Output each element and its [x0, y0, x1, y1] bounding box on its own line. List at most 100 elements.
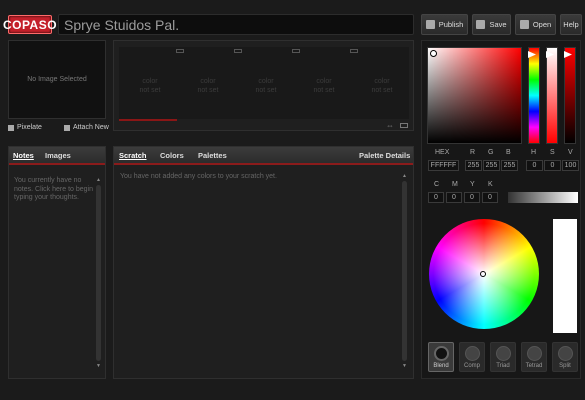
keyboard-icon[interactable] [400, 123, 408, 128]
color-slot[interactable]: color not set [296, 57, 352, 117]
scratch-panel: Scratch Colors Palettes Palette Details … [113, 146, 414, 379]
notes-tabbar: Notes Images [9, 147, 105, 165]
slot-text-line2: not set [371, 87, 393, 94]
tab-palettes[interactable]: Palettes [198, 151, 227, 160]
swatch-strip: color not set color not set color not se… [113, 40, 414, 131]
color-wheel[interactable] [429, 219, 539, 329]
slot-divider-handle[interactable] [176, 49, 184, 53]
m-label: M [452, 181, 458, 188]
swap-icon[interactable]: ⇔ [386, 121, 394, 130]
r-input[interactable]: 255 [465, 160, 482, 171]
notes-message[interactable]: You currently have no notes. Click here … [14, 177, 94, 203]
open-label: Open [532, 20, 552, 29]
slot-text-line2: not set [313, 87, 335, 94]
scroll-up-icon[interactable]: ▲ [402, 173, 407, 179]
color-wheel-marker[interactable] [480, 271, 486, 277]
s-label: S [550, 149, 555, 156]
help-button[interactable]: Help [560, 14, 582, 35]
v-input[interactable]: 100 [562, 160, 579, 171]
c-label: C [434, 181, 440, 188]
hex-input[interactable]: FFFFFF [428, 160, 459, 171]
attach-new-button[interactable]: Attach New [64, 124, 109, 131]
slot-divider-handle[interactable] [292, 49, 300, 53]
comp-button[interactable]: Comp [459, 342, 485, 372]
publish-label: Publish [438, 20, 464, 29]
attach-icon [64, 124, 70, 131]
scroll-up-icon[interactable]: ▲ [96, 177, 101, 183]
image-drop-area[interactable]: No Image Selected [8, 40, 106, 119]
saturation-value-square[interactable] [427, 47, 522, 144]
slot-text-line1: color [142, 78, 158, 85]
blend-label: Blend [433, 363, 449, 369]
v-label: V [568, 149, 573, 156]
palette-details-link[interactable]: Palette Details [359, 151, 410, 160]
b-input[interactable]: 255 [501, 160, 518, 171]
slot-text-line1: color [374, 78, 390, 85]
k-input[interactable]: 0 [482, 192, 498, 203]
g-input[interactable]: 255 [483, 160, 500, 171]
saturation-slider-handle[interactable] [546, 51, 554, 58]
saturation-slider[interactable] [546, 47, 558, 144]
slot-text-line1: color [258, 78, 274, 85]
pixelate-icon [8, 124, 14, 131]
tetrad-label: Tetrad [525, 363, 543, 369]
blend-button[interactable]: Blend [428, 342, 454, 372]
sv-picker-marker[interactable] [430, 50, 437, 57]
scroll-down-icon[interactable]: ▼ [402, 363, 407, 369]
no-image-text: No Image Selected [27, 76, 87, 83]
y-input[interactable]: 0 [464, 192, 480, 203]
hex-label: HEX [435, 149, 450, 156]
value-slider[interactable] [564, 47, 576, 144]
tetrad-knob-icon [526, 346, 542, 361]
tetrad-button[interactable]: Tetrad [521, 342, 547, 372]
color-picker-panel: HEX R G B H S V FFFFFF 255 255 255 0 0 1… [421, 40, 581, 379]
scratch-scrollbar[interactable] [402, 181, 407, 361]
h-label: H [531, 149, 537, 156]
save-icon [476, 20, 486, 29]
attach-label: Attach New [73, 124, 109, 131]
slot-text-line1: color [200, 78, 216, 85]
color-preview-swatch [553, 219, 577, 333]
slot-divider-handle[interactable] [350, 49, 358, 53]
grayscale-strip[interactable] [508, 192, 578, 203]
help-label: Help [563, 20, 579, 29]
value-slider-handle[interactable] [564, 51, 572, 58]
s-input[interactable]: 0 [544, 160, 561, 171]
hue-slider[interactable] [528, 47, 540, 144]
hue-slider-handle[interactable] [528, 51, 536, 58]
triad-label: Triad [496, 363, 510, 369]
triad-knob-icon [495, 346, 511, 361]
split-button[interactable]: Split [552, 342, 578, 372]
open-button[interactable]: Open [515, 14, 556, 35]
g-label: G [488, 149, 494, 156]
slot-divider-handle[interactable] [234, 49, 242, 53]
m-input[interactable]: 0 [446, 192, 462, 203]
triad-button[interactable]: Triad [490, 342, 516, 372]
r-label: R [470, 149, 476, 156]
slot-text-line1: color [316, 78, 332, 85]
tab-images[interactable]: Images [45, 151, 71, 160]
color-slot[interactable]: color not set [238, 57, 294, 117]
tab-colors[interactable]: Colors [160, 151, 184, 160]
slot-text-line2: not set [139, 87, 161, 94]
b-label: B [506, 149, 511, 156]
palette-title-input[interactable]: Sprye Stuidos Pal. [58, 14, 414, 35]
color-slot[interactable]: color not set [122, 57, 178, 117]
comp-knob-icon [464, 346, 480, 361]
color-slot[interactable]: color not set [354, 57, 410, 117]
publish-button[interactable]: Publish [421, 14, 468, 35]
color-slot[interactable]: color not set [180, 57, 236, 117]
c-input[interactable]: 0 [428, 192, 444, 203]
tab-notes[interactable]: Notes [13, 151, 34, 160]
scroll-down-icon[interactable]: ▼ [96, 363, 101, 369]
save-button[interactable]: Save [472, 14, 511, 35]
open-icon [519, 20, 529, 29]
notes-scrollbar[interactable] [96, 185, 101, 361]
blend-knob-icon [433, 346, 449, 361]
y-label: Y [470, 181, 475, 188]
tab-scratch[interactable]: Scratch [119, 151, 147, 160]
publish-icon [425, 20, 435, 29]
pixelate-button[interactable]: Pixelate [8, 124, 42, 131]
app-logo[interactable]: COPASO [3, 15, 57, 34]
h-input[interactable]: 0 [526, 160, 543, 171]
